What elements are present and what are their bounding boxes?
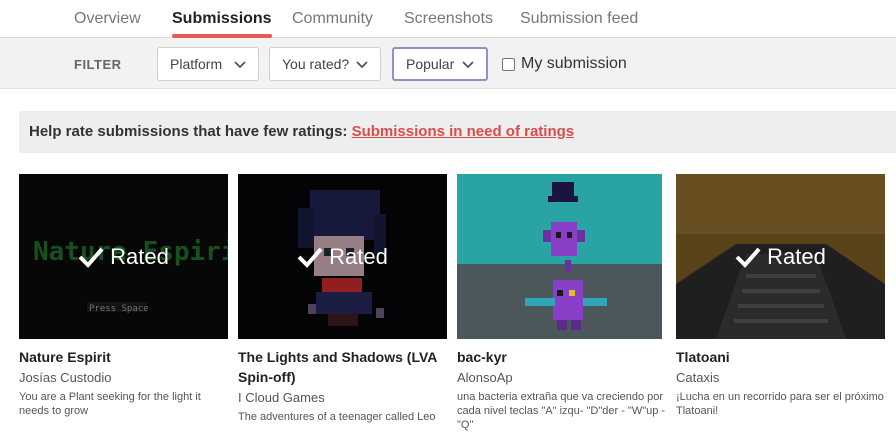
- rated-badge: Rated: [735, 244, 826, 270]
- game-thumbnail[interactable]: Rated: [238, 174, 447, 339]
- rated-badge: Rated: [297, 244, 388, 270]
- card-author[interactable]: AlonsoAp: [457, 370, 666, 385]
- card-title[interactable]: The Lights and Shadows (LVA Spin-off): [238, 347, 447, 387]
- chevron-down-icon: [356, 58, 368, 70]
- tab-bar: Overview Submissions Community Screensho…: [0, 0, 896, 38]
- game-thumbnail[interactable]: Nature Espirit Press Space Rated: [19, 174, 228, 339]
- card-description: una bacteria extraña que va creciendo po…: [457, 391, 666, 431]
- chevron-down-icon: [462, 58, 474, 70]
- sort-select[interactable]: Popular: [392, 47, 488, 81]
- banner-message: Help rate submissions that have few rati…: [29, 123, 352, 140]
- you-rated-select-label: You rated?: [282, 56, 350, 72]
- rated-overlay: Rated: [19, 174, 228, 339]
- needs-ratings-link[interactable]: Submissions in need of ratings: [352, 123, 575, 140]
- card-author[interactable]: Josías Custodio: [19, 370, 228, 385]
- card-description: ¡Lucha en un recorrido para ser el próxi…: [676, 391, 884, 417]
- tab-community[interactable]: Community: [292, 10, 373, 28]
- bac-kyr-cover: [457, 174, 662, 339]
- submission-card[interactable]: Rated Tlatoani Cataxis ¡Lucha en un reco…: [676, 174, 885, 418]
- filter-bar: FILTER Platform You rated? Popular My su…: [0, 38, 896, 89]
- submission-card[interactable]: bac-kyr AlonsoAp una bacteria extraña qu…: [457, 174, 666, 432]
- rated-overlay: Rated: [238, 174, 447, 339]
- submission-card[interactable]: Nature Espirit Press Space Rated Nature …: [19, 174, 228, 418]
- checkmark-icon: [297, 247, 323, 268]
- card-author[interactable]: I Cloud Games: [238, 390, 447, 405]
- rated-label: Rated: [110, 243, 169, 269]
- card-description: You are a Plant seeking for the light it…: [19, 391, 201, 417]
- my-submission-label: My submission: [521, 55, 627, 72]
- card-title[interactable]: Tlatoani: [676, 347, 885, 367]
- card-title[interactable]: Nature Espirit: [19, 347, 228, 367]
- tab-submission-feed[interactable]: Submission feed: [520, 10, 638, 28]
- rating-help-banner: Help rate submissions that have few rati…: [19, 111, 896, 153]
- rated-badge: Rated: [78, 244, 169, 270]
- filter-label: FILTER: [74, 57, 122, 72]
- card-title[interactable]: bac-kyr: [457, 347, 666, 367]
- rated-overlay: Rated: [676, 174, 885, 339]
- platform-select[interactable]: Platform: [157, 47, 259, 81]
- card-description: The adventures of a teenager called Leo: [238, 411, 436, 423]
- my-submission-toggle[interactable]: My submission: [502, 55, 627, 73]
- checkmark-icon: [735, 247, 761, 268]
- platform-select-label: Platform: [170, 56, 223, 72]
- game-thumbnail[interactable]: Rated: [676, 174, 885, 339]
- game-thumbnail[interactable]: [457, 174, 666, 339]
- banner-text: Help rate submissions that have few rati…: [29, 123, 574, 140]
- sort-select-label: Popular: [406, 56, 455, 72]
- submission-card[interactable]: Rated The Lights and Shadows (LVA Spin-o…: [238, 174, 447, 424]
- card-author[interactable]: Cataxis: [676, 370, 885, 385]
- chevron-down-icon: [234, 58, 246, 70]
- checkmark-icon: [78, 247, 104, 268]
- rated-label: Rated: [329, 243, 388, 269]
- you-rated-select[interactable]: You rated?: [269, 47, 381, 81]
- tab-overview[interactable]: Overview: [74, 10, 141, 28]
- tab-submissions[interactable]: Submissions: [172, 10, 272, 38]
- my-submission-checkbox[interactable]: [502, 57, 515, 71]
- rated-label: Rated: [767, 243, 826, 269]
- tab-screenshots[interactable]: Screenshots: [404, 10, 493, 28]
